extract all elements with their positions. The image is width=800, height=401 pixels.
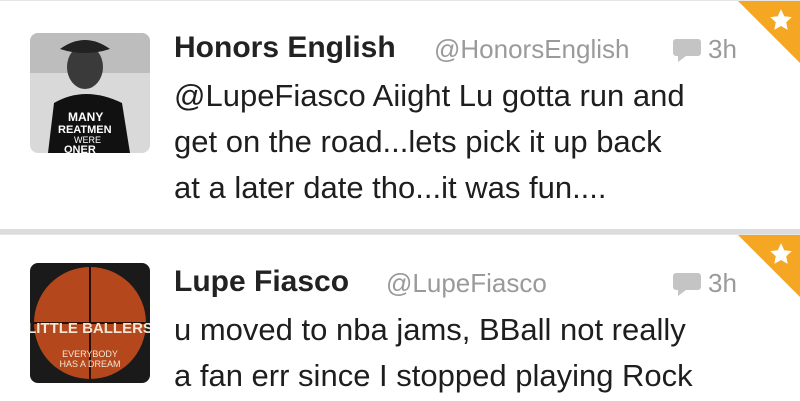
tweet-text-line: @LupeFiasco Aiight Lu gotta run and	[174, 78, 685, 113]
reply-bubble-icon[interactable]	[672, 37, 702, 63]
tweet-author-name[interactable]: Honors English	[174, 31, 396, 65]
tweet-text-line: u moved to nba jams, BBall not really	[174, 312, 686, 347]
tweet-text: u moved to nba jams, BBall not really a …	[174, 307, 774, 399]
avatar[interactable]: LITTLE BALLERS EVERYBODY HAS A DREAM	[30, 263, 150, 383]
svg-text:MANY: MANY	[68, 110, 103, 124]
svg-text:EVERYBODY: EVERYBODY	[62, 349, 118, 359]
tweet-text-line: at a later date tho...it was fun....	[174, 170, 607, 205]
tweet-text-line: a fan err since I stopped playing Rock	[174, 358, 693, 393]
tweet-author-handle[interactable]: @HonorsEnglish	[434, 34, 629, 65]
star-icon	[770, 243, 792, 264]
star-icon	[770, 9, 792, 30]
tweet-author-name[interactable]: Lupe Fiasco	[174, 265, 349, 299]
tweet-author-handle[interactable]: @LupeFiasco	[386, 268, 547, 299]
tweet-text-line: get on the road...lets pick it up back	[174, 124, 662, 159]
reply-bubble-icon[interactable]	[672, 271, 702, 297]
timeline: MANY REATMEN WERE ONER Honors English @H…	[0, 0, 800, 401]
tweet-text: @LupeFiasco Aiight Lu gotta run and get …	[174, 73, 774, 211]
tweet-item[interactable]: MANY REATMEN WERE ONER Honors English @H…	[0, 0, 800, 229]
tweet-timestamp[interactable]: 3h	[708, 268, 737, 299]
avatar-basketball: LITTLE BALLERS EVERYBODY HAS A DREAM	[30, 263, 150, 383]
svg-text:LITTLE BALLERS: LITTLE BALLERS	[30, 320, 150, 337]
svg-text:ONER: ONER	[64, 144, 96, 153]
avatar-photo: MANY REATMEN WERE ONER	[30, 33, 150, 153]
avatar[interactable]: MANY REATMEN WERE ONER	[30, 33, 150, 153]
tweet-timestamp[interactable]: 3h	[708, 34, 737, 65]
svg-text:HAS A DREAM: HAS A DREAM	[59, 359, 120, 369]
tweet-item[interactable]: LITTLE BALLERS EVERYBODY HAS A DREAM Lup…	[0, 234, 800, 401]
